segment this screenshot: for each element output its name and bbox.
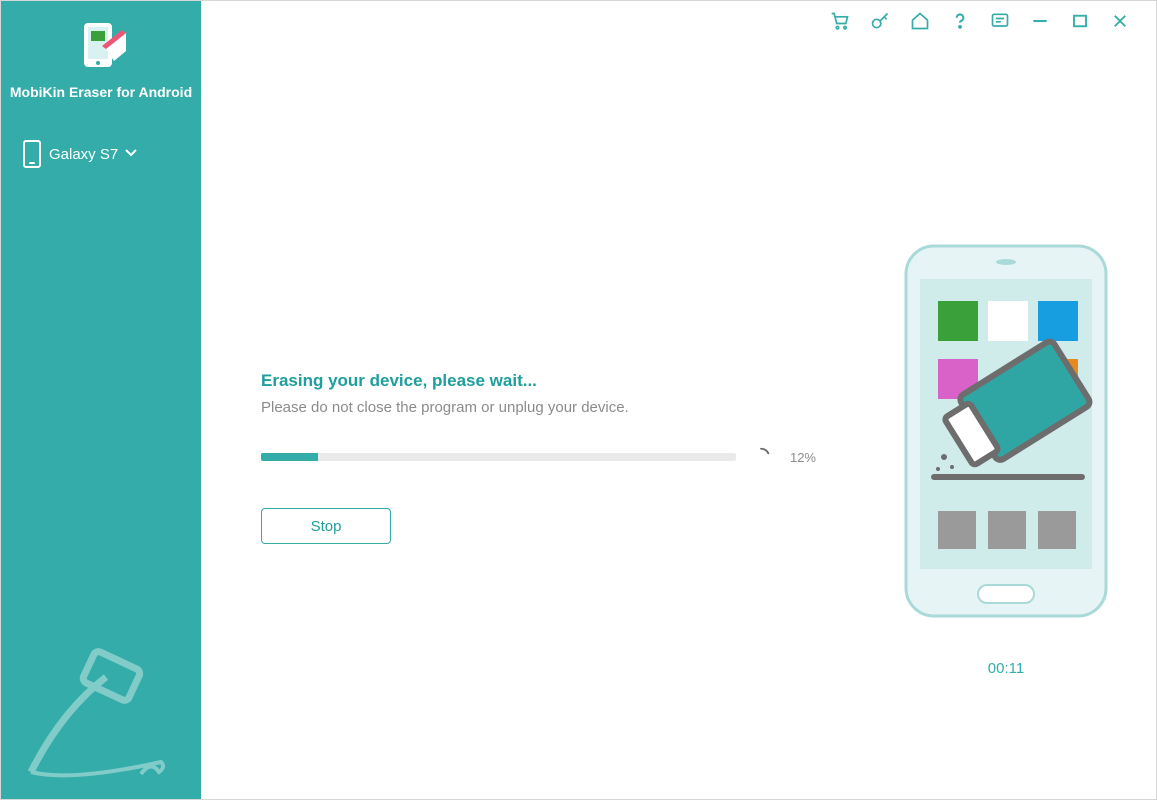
sidebar-eraser-art-icon — [11, 642, 181, 787]
titlebar — [201, 1, 1156, 41]
app-window: MobiKin Eraser for Android Galaxy S7 — [0, 0, 1157, 800]
app-name: MobiKin Eraser for Android — [10, 84, 192, 100]
elapsed-timer: 00:11 — [988, 660, 1024, 677]
content: Erasing your device, please wait... Plea… — [201, 41, 1156, 799]
phone-erasing-illustration-icon — [896, 241, 1116, 636]
progress-row: 12% — [261, 446, 816, 468]
progress-area: Erasing your device, please wait... Plea… — [201, 41, 856, 799]
status-heading: Erasing your device, please wait... — [261, 371, 816, 391]
close-button[interactable] — [1110, 11, 1130, 31]
help-icon[interactable] — [950, 11, 970, 31]
maximize-button[interactable] — [1070, 11, 1090, 31]
home-icon[interactable] — [910, 11, 930, 31]
key-icon[interactable] — [870, 11, 890, 31]
phone-icon — [23, 140, 41, 168]
chevron-down-icon — [124, 145, 138, 164]
sidebar: MobiKin Eraser for Android Galaxy S7 — [1, 1, 201, 799]
status-subtext: Please do not close the program or unplu… — [261, 399, 816, 416]
logo-phone-eraser-icon — [76, 21, 126, 76]
progress-bar-fill — [261, 453, 318, 461]
spinner-icon — [750, 446, 772, 468]
cart-icon[interactable] — [830, 11, 850, 31]
minimize-button[interactable] — [1030, 11, 1050, 31]
main-area: Erasing your device, please wait... Plea… — [201, 1, 1156, 799]
feedback-icon[interactable] — [990, 11, 1010, 31]
app-logo: MobiKin Eraser for Android — [10, 21, 192, 100]
progress-percent-label: 12% — [790, 450, 816, 465]
device-name: Galaxy S7 — [49, 146, 118, 163]
illustration-area: 00:11 — [856, 41, 1156, 799]
progress-bar — [261, 453, 736, 461]
device-selector[interactable]: Galaxy S7 — [1, 140, 201, 168]
stop-button[interactable]: Stop — [261, 508, 391, 544]
